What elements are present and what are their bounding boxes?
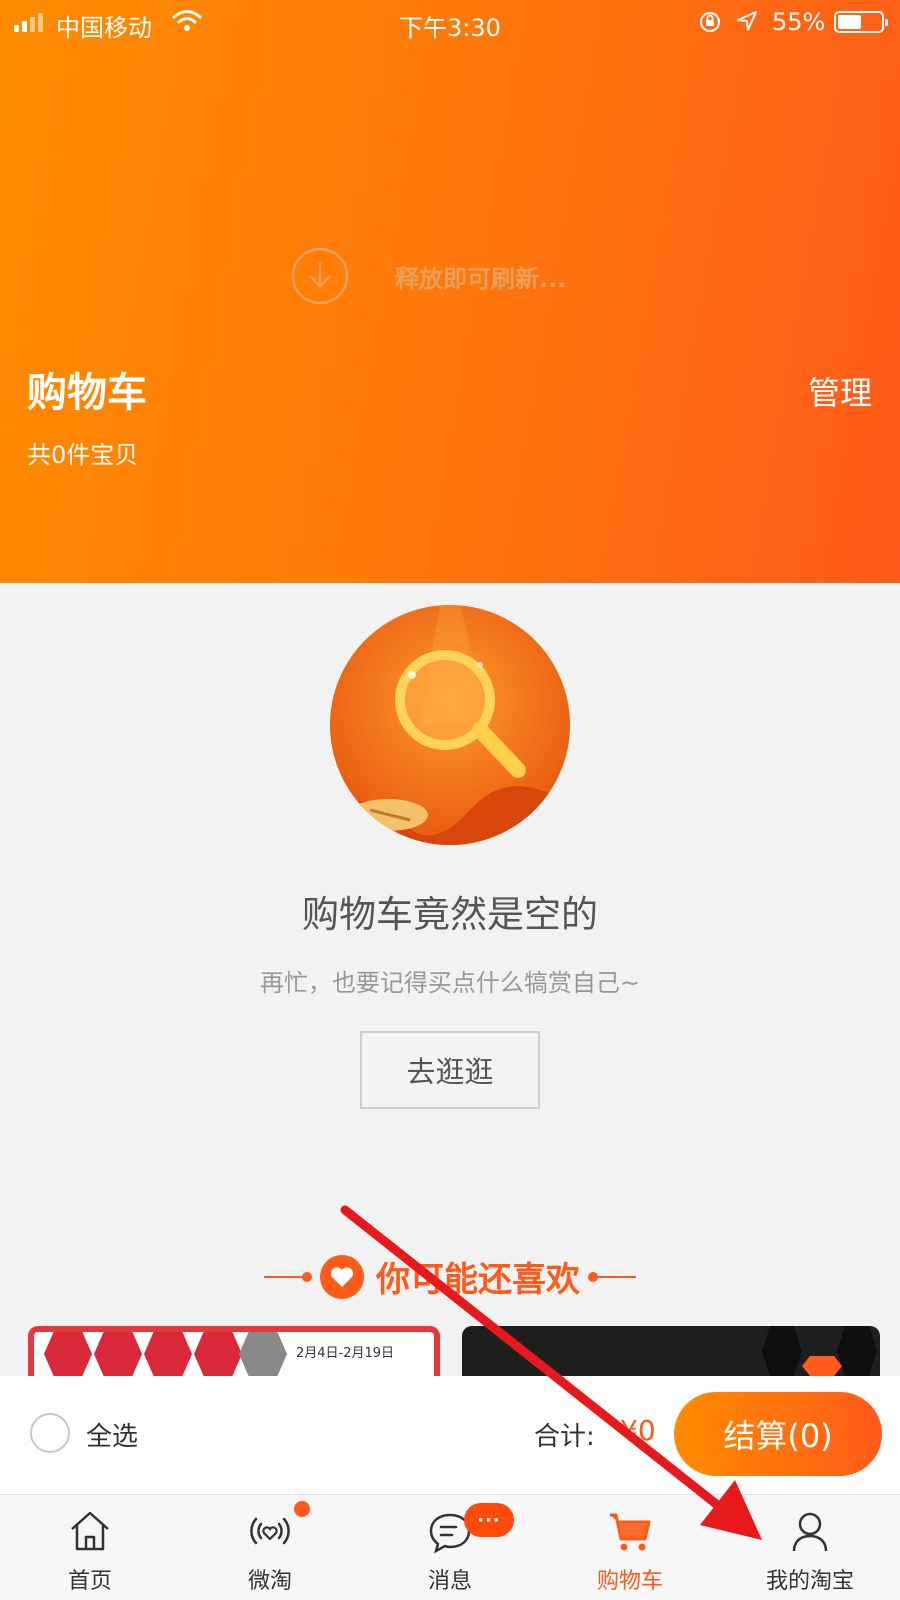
home-icon	[71, 1511, 109, 1551]
product-image-part	[44, 1332, 92, 1376]
heading-line-right	[588, 1271, 636, 1282]
product-image-part	[762, 1326, 802, 1376]
cart-icon	[610, 1513, 651, 1551]
tab-label: 首页	[67, 1569, 112, 1594]
battery-icon	[834, 11, 888, 33]
recommended-product-card[interactable]	[462, 1326, 880, 1376]
select-all-label[interactable]: 全选	[86, 1416, 138, 1453]
location-icon	[737, 11, 757, 31]
empty-cart-title: 购物车竟然是空的	[302, 893, 598, 936]
status-time: 下午3:30	[399, 14, 501, 42]
checkout-bar: 全选 合计: ¥0 结算(0)	[0, 1376, 900, 1494]
checkout-button[interactable]: 结算(0)	[674, 1392, 882, 1476]
go-shopping-button[interactable]: 去逛逛	[360, 1031, 540, 1109]
page-title: 购物车	[27, 370, 147, 416]
manage-button[interactable]: 管理	[808, 368, 872, 414]
tab-messages[interactable]: ··· 消息	[360, 1495, 540, 1600]
tab-cart[interactable]: 购物车	[540, 1495, 720, 1600]
refresh-text: 释放即可刷新...	[395, 264, 567, 293]
product-image-part	[837, 1326, 877, 1376]
rotation-lock-icon	[699, 11, 721, 33]
pull-to-refresh: 释放即可刷新...	[290, 246, 566, 306]
tab-home[interactable]: 首页	[0, 1495, 180, 1600]
product-image-part	[239, 1332, 287, 1376]
message-badge: ···	[464, 1503, 514, 1537]
product-image-part	[194, 1332, 242, 1376]
bottom-tab-bar: 首页 微淘 ··· 消息 购物车 我的淘宝	[0, 1494, 900, 1600]
profile-icon	[792, 1512, 828, 1552]
tab-label: 微淘	[247, 1569, 292, 1594]
product-image-part	[144, 1332, 192, 1376]
tab-my-taobao[interactable]: 我的淘宝	[720, 1495, 900, 1600]
total-value: ¥0	[620, 1414, 656, 1447]
product-image-part	[94, 1332, 142, 1376]
select-all-checkbox[interactable]	[30, 1413, 70, 1453]
heart-icon	[320, 1254, 364, 1299]
recommended-product-card[interactable]: 2月4日-2月19日	[28, 1326, 440, 1376]
weitao-icon	[250, 1517, 290, 1545]
tab-label: 购物车	[596, 1569, 663, 1594]
notification-dot	[294, 1501, 310, 1517]
heading-line-left	[264, 1271, 312, 1282]
status-bar: 中国移动 下午3:30 55%	[0, 0, 900, 44]
pull-down-arrow-icon	[291, 247, 349, 305]
item-count: 共0件宝贝	[27, 441, 139, 469]
empty-cart-subtitle: 再忙，也要记得买点什么犒赏自己~	[259, 969, 641, 997]
tab-weitao[interactable]: 微淘	[180, 1495, 360, 1600]
tab-label: 消息	[427, 1569, 472, 1594]
recommendation-title: 你可能还喜欢	[376, 1260, 580, 1300]
battery-percent: 55%	[772, 8, 826, 36]
total-label: 合计:	[534, 1422, 595, 1452]
tab-label: 我的淘宝	[765, 1569, 854, 1594]
recommendation-heading: 你可能还喜欢	[0, 1252, 900, 1301]
empty-cart-illustration	[330, 605, 570, 845]
product-image-part	[802, 1356, 842, 1376]
product-date-tag: 2月4日-2月19日	[296, 1346, 395, 1361]
cart-header: 中国移动 下午3:30 55% 释放即可刷新... 购物车 共0件宝贝 管理	[0, 0, 900, 583]
